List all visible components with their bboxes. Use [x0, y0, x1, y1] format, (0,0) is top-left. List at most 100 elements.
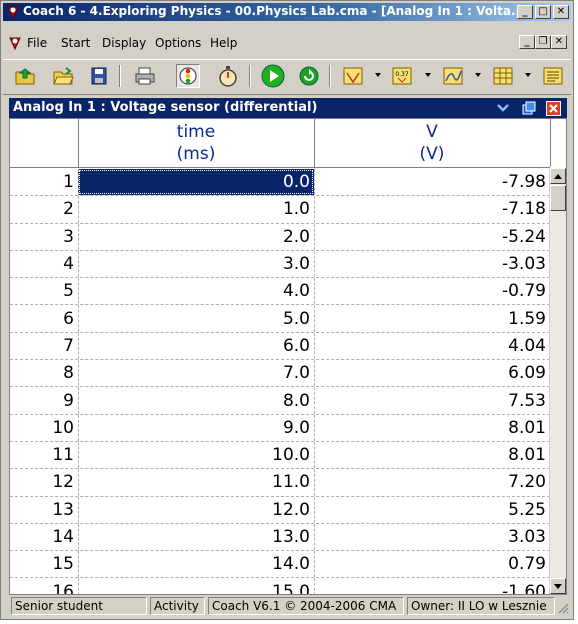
- menu-bar: File Start Display Options Help _ ❐ ✕: [3, 33, 571, 53]
- voltage-cell[interactable]: -7.98: [314, 169, 550, 196]
- column-header-voltage[interactable]: V (V): [314, 119, 550, 167]
- mdi-restore-button[interactable]: ❐: [535, 35, 551, 49]
- time-cell[interactable]: 9.0: [78, 414, 314, 441]
- close-button[interactable]: ✕: [553, 5, 569, 19]
- traffic-light-icon[interactable]: [176, 64, 200, 88]
- scroll-thumb[interactable]: [550, 185, 566, 211]
- voltage-cell[interactable]: -7.18: [314, 196, 550, 223]
- voltage-cell[interactable]: 7.20: [314, 469, 550, 496]
- time-cell[interactable]: 3.0: [78, 250, 314, 278]
- table-row[interactable]: 5 4.0 -0.79: [10, 278, 550, 306]
- row-index: 7: [63, 335, 74, 356]
- meter-icon[interactable]: [341, 64, 365, 88]
- time-cell[interactable]: 11.0: [78, 469, 314, 496]
- value-display-icon[interactable]: 0.37: [390, 64, 414, 88]
- table-row[interactable]: 7 6.0 4.04: [10, 332, 550, 361]
- row-index: 5: [63, 281, 74, 302]
- table-row[interactable]: 6 5.0 1.59: [10, 305, 550, 333]
- scroll-up-button[interactable]: [550, 168, 566, 184]
- row-index: 12: [52, 472, 74, 493]
- maximize-button[interactable]: □: [535, 5, 551, 19]
- table-row[interactable]: 13 12.0 5.25: [10, 496, 550, 524]
- table-row[interactable]: 4 3.0 -3.03: [10, 250, 550, 279]
- voltage-cell[interactable]: 6.09: [314, 360, 550, 387]
- voltage-cell[interactable]: 4.04: [314, 332, 550, 360]
- menu-display[interactable]: Display: [102, 36, 146, 50]
- status-bar: Senior student Activity Coach V6.1 © 200…: [3, 596, 571, 616]
- scroll-down-button[interactable]: [550, 578, 566, 594]
- column-name-voltage: V: [426, 122, 438, 142]
- mdi-minimize-button[interactable]: _: [519, 35, 535, 49]
- print-icon[interactable]: [133, 64, 157, 88]
- table-row[interactable]: 1 0.0 -7.98: [10, 169, 550, 197]
- time-cell[interactable]: 2.0: [78, 223, 314, 250]
- document-system-menu-icon[interactable]: [7, 35, 23, 51]
- open-activity-icon[interactable]: [13, 64, 37, 88]
- voltage-cell[interactable]: 0.79: [314, 551, 550, 578]
- mdi-close-button[interactable]: ✕: [551, 35, 567, 49]
- voltage-cell[interactable]: 8.01: [314, 441, 550, 469]
- status-owner: Owner: II LO w Lesznie: [407, 597, 555, 615]
- voltage-cell[interactable]: -1.60: [314, 578, 550, 594]
- voltage-cell[interactable]: 3.03: [314, 523, 550, 551]
- table-row[interactable]: 9 8.0 7.53: [10, 387, 550, 415]
- data-table[interactable]: time (ms) V (V) 1 0.0 -7.98 2 1.0 -7.18 3 2.0 -5…: [9, 118, 567, 595]
- time-cell[interactable]: 6.0: [78, 332, 314, 360]
- open-file-icon[interactable]: [51, 64, 75, 88]
- row-index: 2: [63, 199, 74, 220]
- menu-options[interactable]: Options: [155, 36, 201, 50]
- row-index: 10: [52, 417, 74, 438]
- chevron-down-icon[interactable]: [495, 100, 511, 116]
- table-row[interactable]: 2 1.0 -7.18: [10, 196, 550, 224]
- time-cell[interactable]: 4.0: [78, 278, 314, 305]
- panel-header[interactable]: Analog In 1 : Voltage sensor (differenti…: [9, 98, 567, 118]
- time-cell[interactable]: 10.0: [78, 441, 314, 469]
- table-row[interactable]: 14 13.0 3.03: [10, 523, 550, 552]
- table-icon[interactable]: [491, 64, 515, 88]
- table-row[interactable]: 15 14.0 0.79: [10, 551, 550, 579]
- table-row[interactable]: 16 15.0 -1.60: [10, 578, 550, 595]
- time-cell[interactable]: 0.0: [78, 169, 314, 196]
- time-cell[interactable]: 5.0: [78, 305, 314, 332]
- table-row[interactable]: 11 10.0 8.01: [10, 441, 550, 470]
- menu-start[interactable]: Start: [61, 36, 90, 50]
- time-cell[interactable]: 7.0: [78, 360, 314, 387]
- voltage-cell[interactable]: 7.53: [314, 387, 550, 414]
- time-cell[interactable]: 13.0: [78, 523, 314, 551]
- table-row[interactable]: 3 2.0 -5.24: [10, 223, 550, 251]
- voltage-cell[interactable]: 1.59: [314, 305, 550, 332]
- row-index: 16: [52, 581, 74, 595]
- voltage-cell[interactable]: -3.03: [314, 250, 550, 278]
- voltage-cell[interactable]: 8.01: [314, 414, 550, 441]
- vertical-scrollbar[interactable]: [549, 168, 566, 594]
- text-icon[interactable]: [541, 64, 565, 88]
- time-cell[interactable]: 1.0: [78, 196, 314, 223]
- row-index: 9: [63, 390, 74, 411]
- time-cell[interactable]: 12.0: [78, 496, 314, 523]
- table-row[interactable]: 10 9.0 8.01: [10, 414, 550, 442]
- start-measurement-icon[interactable]: [261, 64, 285, 88]
- row-index: 6: [63, 308, 74, 329]
- table-row[interactable]: 8 7.0 6.09: [10, 360, 550, 388]
- window-copy-icon[interactable]: [521, 100, 537, 116]
- graph-icon[interactable]: [441, 64, 465, 88]
- voltage-cell[interactable]: -0.79: [314, 278, 550, 305]
- voltage-cell[interactable]: -5.24: [314, 223, 550, 250]
- row-index: 4: [63, 254, 74, 275]
- panel-close-icon[interactable]: [545, 100, 561, 116]
- column-header-time[interactable]: time (ms): [78, 119, 314, 167]
- save-icon[interactable]: [87, 64, 111, 88]
- stopwatch-icon[interactable]: [216, 64, 240, 88]
- recycle-icon[interactable]: [297, 64, 321, 88]
- time-cell[interactable]: 15.0: [78, 578, 314, 594]
- menu-file[interactable]: File: [27, 36, 47, 50]
- table-row[interactable]: 12 11.0 7.20: [10, 469, 550, 497]
- menu-help[interactable]: Help: [210, 36, 237, 50]
- title-bar[interactable]: Coach 6 - 4.Exploring Physics - 00.Physi…: [3, 3, 571, 21]
- resize-grip-icon[interactable]: [557, 602, 569, 614]
- voltage-cell[interactable]: 5.25: [314, 496, 550, 523]
- time-cell[interactable]: 14.0: [78, 551, 314, 578]
- time-cell[interactable]: 8.0: [78, 387, 314, 414]
- row-index: 11: [52, 445, 74, 466]
- minimize-button[interactable]: _: [517, 5, 533, 19]
